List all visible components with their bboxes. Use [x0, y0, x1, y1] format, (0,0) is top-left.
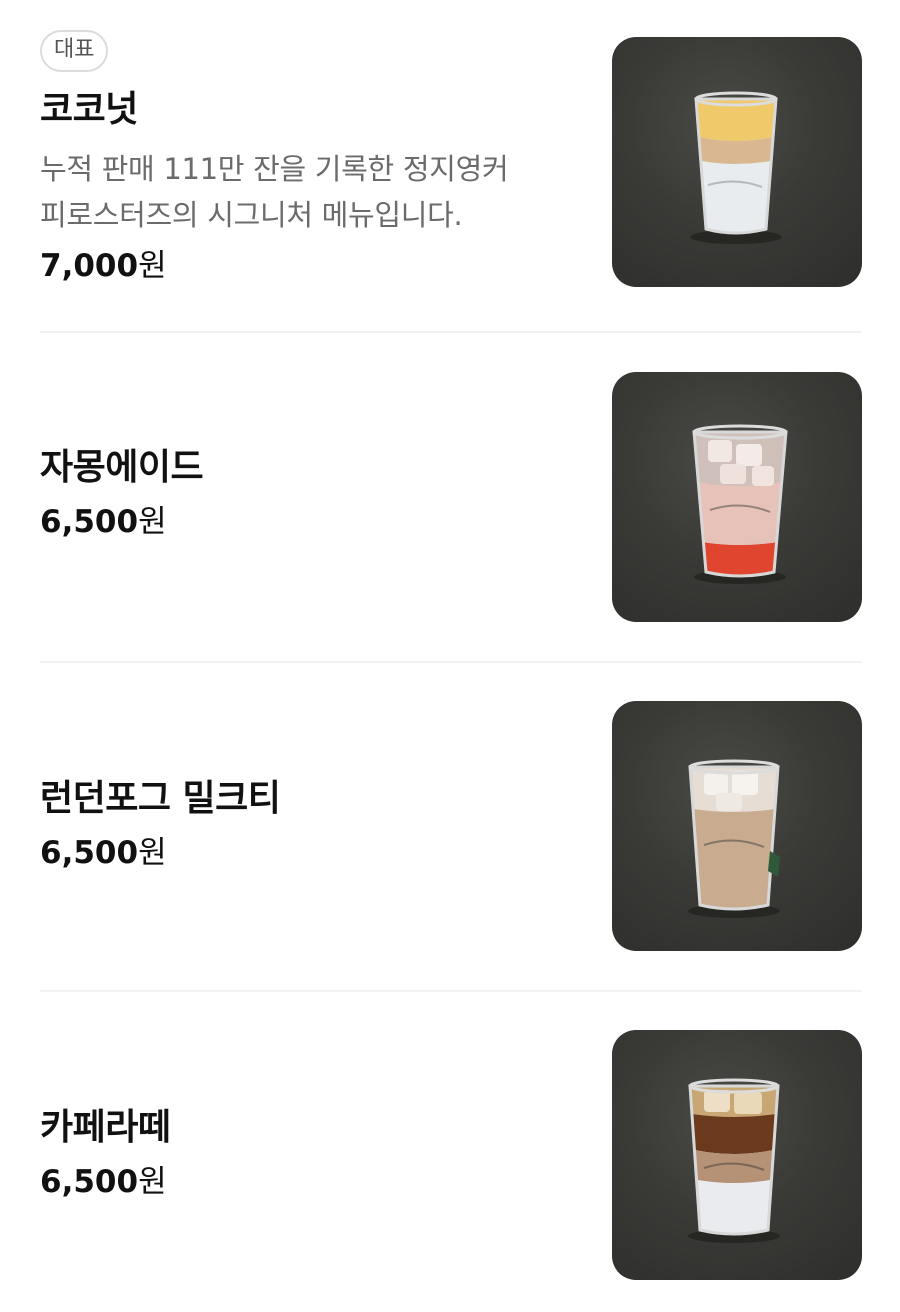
- menu-item-price: 7,000원: [40, 244, 580, 288]
- grapefruit-ade-image[interactable]: [612, 372, 862, 622]
- menu-item-cafe-latte[interactable]: 카페라떼 6,500원: [40, 1030, 862, 1280]
- menu-item-name: 자몽에이드: [40, 447, 204, 488]
- menu-item-name: 카페라떼: [40, 1107, 171, 1148]
- price-amount: 6,500: [40, 1164, 139, 1200]
- price-currency: 원: [138, 504, 167, 540]
- signature-badge: 대표: [40, 30, 109, 72]
- description-line: 누적 판매 111만 잔을 기록한 정지영커: [40, 152, 509, 186]
- price-amount: 6,500: [40, 835, 139, 871]
- menu-item-name: 코코넛: [40, 89, 138, 130]
- menu-item-price: 6,500원: [40, 1160, 580, 1204]
- menu-list: 대표 코코넛 누적 판매 111만 잔을 기록한 정지영커 피로스터즈의 시그니…: [0, 0, 900, 1312]
- description-line: 피로스터즈의 시그니처 메뉴입니다.: [40, 198, 463, 232]
- price-currency: 원: [138, 248, 167, 284]
- menu-item-description: 누적 판매 111만 잔을 기록한 정지영커 피로스터즈의 시그니처 메뉴입니다…: [40, 146, 580, 238]
- item-divider: [40, 331, 862, 333]
- menu-item-coconut[interactable]: 대표 코코넛 누적 판매 111만 잔을 기록한 정지영커 피로스터즈의 시그니…: [40, 30, 862, 290]
- item-divider: [40, 990, 862, 992]
- london-fog-milk-tea-image[interactable]: [612, 701, 862, 951]
- price-currency: 원: [138, 1164, 167, 1200]
- cafe-latte-image[interactable]: [612, 1030, 862, 1280]
- menu-item-grapefruit-ade[interactable]: 자몽에이드 6,500원: [40, 372, 862, 622]
- price-amount: 7,000: [40, 248, 139, 284]
- menu-item-name: 런던포그 밀크티: [40, 778, 281, 819]
- menu-item-price: 6,500원: [40, 500, 580, 544]
- menu-item-price: 6,500원: [40, 831, 580, 875]
- price-amount: 6,500: [40, 504, 139, 540]
- price-currency: 원: [138, 835, 167, 871]
- item-divider: [40, 661, 862, 663]
- coconut-drink-image[interactable]: [612, 37, 862, 287]
- menu-item-london-fog-milk-tea[interactable]: 런던포그 밀크티 6,500원: [40, 701, 862, 951]
